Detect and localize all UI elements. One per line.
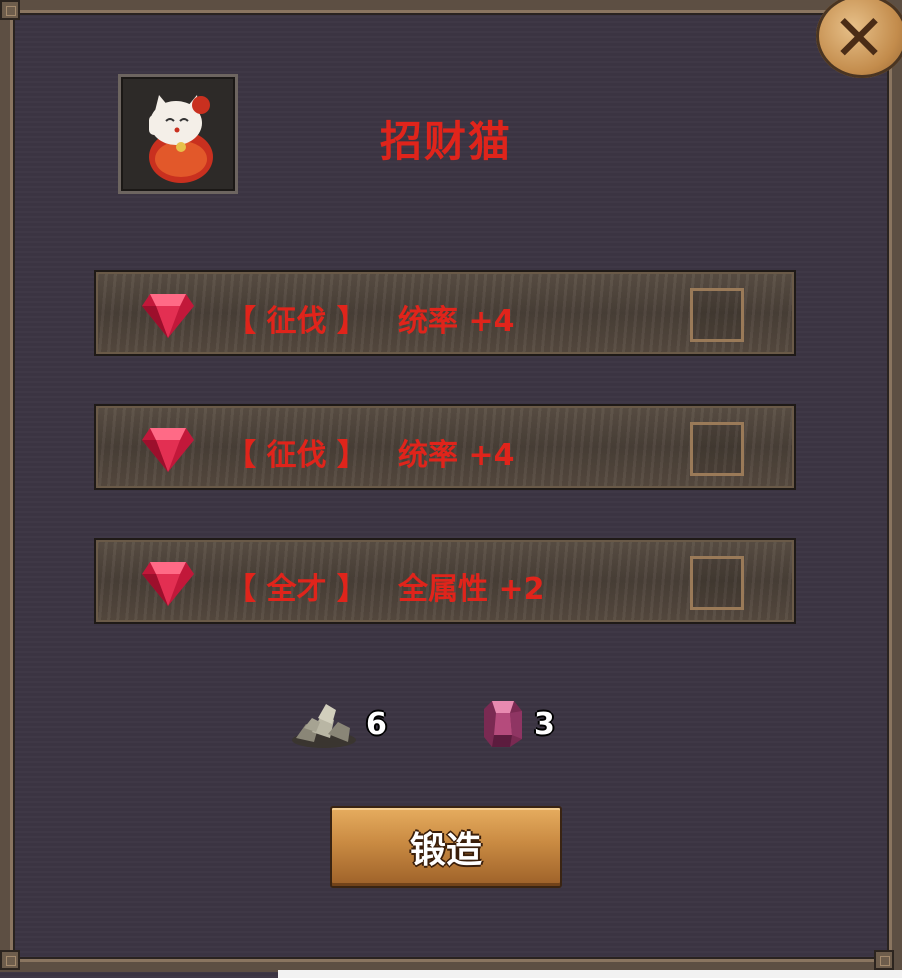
- item-title: 招财猫: [379, 117, 512, 166]
- cost-ore: 6: [290, 694, 387, 754]
- attribute-row[interactable]: 【 征伐 】 统率 +4: [94, 404, 796, 490]
- attribute-tag: 【 征伐 】: [226, 438, 367, 473]
- attribute-stat: 统率 +4: [398, 438, 515, 473]
- forge-button[interactable]: 锻造: [330, 806, 562, 888]
- attribute-stat: 全属性 +2: [398, 572, 545, 607]
- forge-button-label: 锻造: [409, 830, 482, 871]
- attribute-tag: 【 征伐 】: [226, 304, 367, 339]
- red-gem-icon: [142, 562, 194, 606]
- close-x-icon: ✕: [832, 2, 886, 76]
- lucky-cat-icon: [149, 95, 213, 183]
- attribute-row[interactable]: 【 征伐 】 统率 +4: [94, 270, 796, 356]
- bottom-strip: [278, 970, 902, 978]
- attribute-checkbox[interactable]: [690, 288, 744, 342]
- forge-dialog: ✕ 招财猫 【 征伐 】 统率 +4 【 征伐 】 统率 +4 【 全才 】 全…: [0, 0, 902, 978]
- red-gem-icon: [142, 294, 194, 338]
- ore-pile-icon: [292, 704, 356, 748]
- attribute-stat: 统率 +4: [398, 304, 515, 339]
- ore-amount: 6: [366, 706, 387, 742]
- attribute-checkbox[interactable]: [690, 556, 744, 610]
- crystal-icon: [484, 701, 522, 747]
- frame-corner-bottom-left: [0, 950, 20, 970]
- cost-crystal: 3: [480, 694, 555, 754]
- red-gem-icon: [142, 428, 194, 472]
- item-icon-frame: [118, 74, 238, 194]
- attribute-checkbox[interactable]: [690, 422, 744, 476]
- frame-corner-top-left: [0, 0, 20, 20]
- attribute-row[interactable]: 【 全才 】 全属性 +2: [94, 538, 796, 624]
- crystal-amount: 3: [534, 706, 555, 742]
- attribute-tag: 【 全才 】: [226, 572, 367, 607]
- frame-corner-bottom-right: [874, 950, 894, 970]
